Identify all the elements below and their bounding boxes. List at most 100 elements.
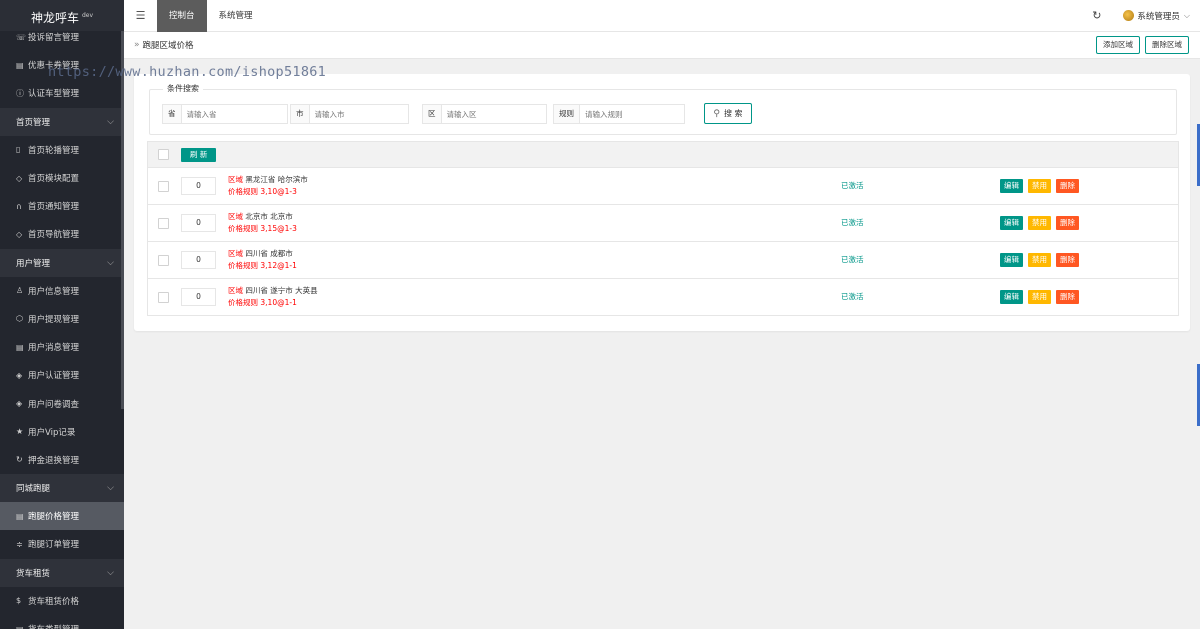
row-checkbox[interactable]	[158, 218, 169, 229]
sidebar-item-11[interactable]: ▤ 用户消息管理	[0, 333, 124, 361]
disable-button[interactable]: 禁用	[1028, 290, 1051, 304]
row-checkbox[interactable]	[158, 292, 169, 303]
delete-region-button[interactable]: 删除区域	[1145, 36, 1189, 54]
sort-input[interactable]: 0	[181, 288, 216, 306]
sidebar-item-10[interactable]: ⬡ 用户提现管理	[0, 305, 124, 333]
rule-label: 价格规则	[228, 224, 258, 233]
sidebar-item-5[interactable]: ◇ 首页模块配置	[0, 164, 124, 192]
sort-input[interactable]: 0	[181, 251, 216, 269]
status-badge: 已激活	[841, 181, 864, 190]
sidebar-item-15[interactable]: ↻ 押金退换管理	[0, 446, 124, 474]
delete-button[interactable]: 删除	[1056, 216, 1079, 230]
page-actions: 添加区域 删除区域	[1096, 36, 1189, 54]
city-input[interactable]	[308, 104, 409, 124]
chevron-down-icon: ⌵	[107, 257, 114, 268]
sidebar-group-label: 用户管理	[16, 258, 51, 269]
edit-button[interactable]: 编辑	[1000, 216, 1023, 230]
breadcrumb-arrow-icon: »	[134, 40, 140, 50]
province-field: 省	[162, 104, 288, 124]
region-label: 区域	[228, 175, 243, 184]
disable-button[interactable]: 禁用	[1028, 253, 1051, 267]
search-button[interactable]: ⚲ 搜 索	[704, 103, 752, 124]
sidebar-item-4[interactable]: ▯ 首页轮播管理	[0, 136, 124, 164]
sidebar-item-14[interactable]: ★ 用户Vip记录	[0, 418, 124, 446]
row-checkbox[interactable]	[158, 255, 169, 266]
rule-label: 价格规则	[228, 261, 258, 270]
chevron-down-icon[interactable]: ⌵	[1184, 11, 1190, 21]
refresh-icon[interactable]: ↻	[1092, 9, 1101, 22]
district-label: 区	[422, 104, 441, 124]
sidebar-item-icon: ▤	[16, 342, 24, 352]
edit-button[interactable]: 编辑	[1000, 290, 1023, 304]
sidebar-item-label: 首页轮播管理	[28, 145, 80, 156]
sidebar-item-20[interactable]: $ 货车租赁价格	[0, 587, 124, 615]
province-input[interactable]	[180, 104, 288, 124]
tab-console[interactable]: 控制台	[157, 0, 207, 32]
sidebar-item-18[interactable]: ≑ 跑腿订单管理	[0, 530, 124, 558]
user-name[interactable]: 系统管理员	[1137, 10, 1180, 22]
sidebar-item-17[interactable]: ▤ 跑腿价格管理	[0, 502, 124, 531]
region-cell: 区域 黑龙江省 哈尔滨市 价格规则 3,10@1-3	[228, 174, 308, 198]
sidebar-group-8[interactable]: 用户管理 ⌵	[0, 248, 124, 277]
sidebar-item-icon: ↻	[16, 455, 23, 465]
sidebar-item-13[interactable]: ◈ 用户问卷调查	[0, 389, 124, 417]
disable-button[interactable]: 禁用	[1028, 216, 1051, 230]
disable-button[interactable]: 禁用	[1028, 179, 1051, 193]
sidebar-item-6[interactable]: ∩ 首页通知管理	[0, 192, 124, 220]
region-price-table: 刷 新 0 区域 黑龙江省 哈尔滨市 价格规则 3,10@1-3 已激活 编辑 禁用 删除 0…	[147, 141, 1179, 316]
row-checkbox[interactable]	[158, 181, 169, 192]
add-region-button[interactable]: 添加区域	[1096, 36, 1140, 54]
row-actions: 编辑 禁用 删除	[1000, 216, 1079, 230]
sidebar-item-21[interactable]: ▤货车类型管理	[0, 615, 124, 629]
city-label: 市	[290, 104, 309, 124]
region-value: 北京市 北京市	[245, 212, 293, 221]
sidebar-item-12[interactable]: ◈ 用户认证管理	[0, 361, 124, 389]
table-body: 0 区域 黑龙江省 哈尔滨市 价格规则 3,10@1-3 已激活 编辑 禁用 删除 0 区域 北…	[147, 168, 1179, 316]
sidebar-item-7[interactable]: ◇ 首页导航管理	[0, 220, 124, 248]
tab-system[interactable]: 系统管理	[207, 0, 265, 32]
sidebar-scrollbar[interactable]	[121, 31, 124, 409]
rule-input[interactable]	[579, 104, 685, 124]
delete-button[interactable]: 删除	[1056, 179, 1079, 193]
breadcrumb: » 跑腿区域价格 添加区域 删除区域	[124, 32, 1200, 59]
search-legend: 条件搜索	[163, 83, 203, 94]
sidebar-group-3[interactable]: 首页管理 ⌵	[0, 107, 124, 136]
edit-button[interactable]: 编辑	[1000, 253, 1023, 267]
sidebar-item-label: 货车租赁价格	[28, 596, 80, 607]
edit-button[interactable]: 编辑	[1000, 179, 1023, 193]
delete-button[interactable]: 删除	[1056, 290, 1079, 304]
sidebar-item-9[interactable]: ♙ 用户信息管理	[0, 277, 124, 305]
menu-toggle-icon[interactable]: ☰	[124, 9, 157, 22]
sidebar-item-label: 用户信息管理	[28, 286, 80, 297]
page-title: 跑腿区域价格	[142, 41, 194, 51]
search-icon: ⚲	[713, 108, 721, 119]
sidebar-item-label: 用户消息管理	[28, 343, 80, 354]
region-value: 四川省 遂宁市 大英县	[245, 286, 318, 295]
chevron-down-icon: ⌵	[107, 116, 114, 127]
sidebar-item-label: 认证车型管理	[28, 89, 80, 100]
sidebar-item-icon: ⬡	[16, 314, 23, 324]
district-field: 区	[422, 104, 547, 124]
brand-logo[interactable]: 神龙呼车 dev	[0, 0, 124, 31]
avatar[interactable]	[1123, 10, 1135, 21]
region-label: 区域	[228, 286, 243, 295]
sidebar-item-icon: ♙	[16, 286, 24, 296]
sidebar-item-label: 用户提现管理	[28, 314, 80, 325]
province-label: 省	[162, 104, 181, 124]
refresh-button[interactable]: 刷 新	[181, 147, 217, 162]
district-input[interactable]	[440, 104, 547, 124]
sort-input[interactable]: 0	[181, 214, 216, 232]
select-all-checkbox[interactable]	[158, 149, 169, 160]
table-row: 0 区域 北京市 北京市 价格规则 3,15@1-3 已激活 编辑 禁用 删除	[147, 205, 1179, 242]
region-value: 黑龙江省 哈尔滨市	[245, 175, 308, 184]
table-header: 刷 新	[147, 141, 1179, 168]
sort-input[interactable]: 0	[181, 177, 216, 195]
sidebar-group-19[interactable]: 货车租赁 ⌵	[0, 558, 124, 587]
rule-value: 3,10@1-3	[260, 187, 297, 196]
chevron-down-icon: ⌵	[107, 483, 114, 494]
sidebar-item-2[interactable]: ⓘ 认证车型管理	[0, 79, 124, 107]
table-row: 0 区域 黑龙江省 哈尔滨市 价格规则 3,10@1-3 已激活 编辑 禁用 删除	[147, 168, 1179, 205]
delete-button[interactable]: 删除	[1056, 253, 1079, 267]
sidebar-item-icon: ▤	[16, 60, 24, 70]
sidebar-group-16[interactable]: 同城跑腿 ⌵	[0, 474, 124, 503]
